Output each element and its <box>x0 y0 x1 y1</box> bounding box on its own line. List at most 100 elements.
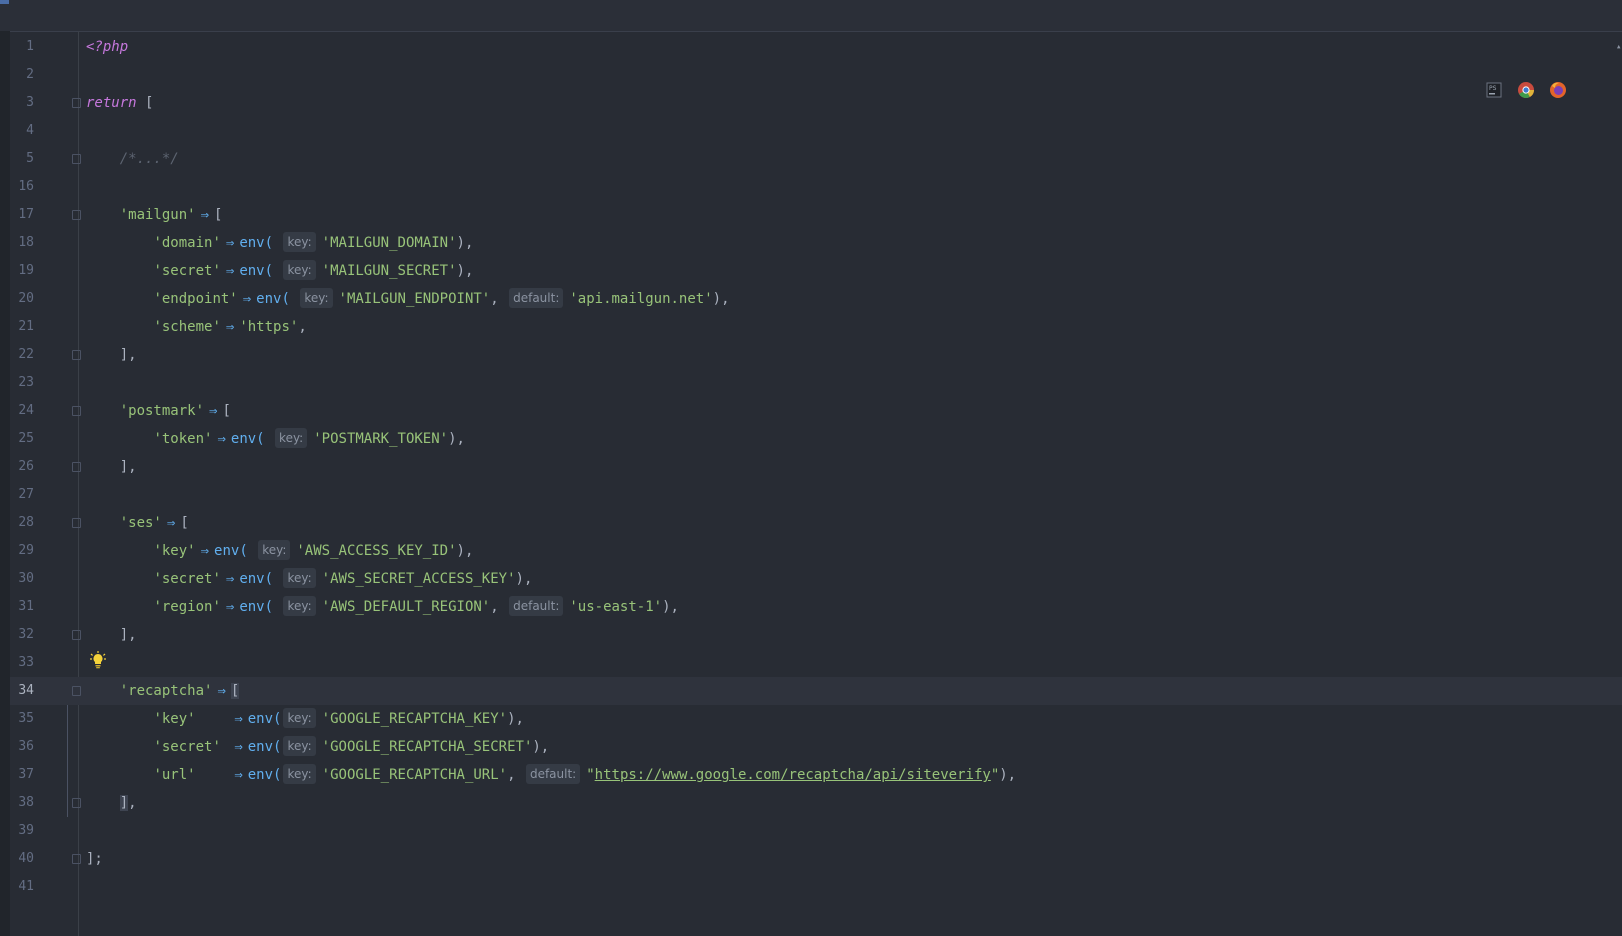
fold-marker-icon[interactable] <box>72 350 81 360</box>
code-line[interactable]: 29 'key' ⇒ env( key: 'AWS_ACCESS_KEY_ID'), <box>10 537 1622 565</box>
line-number: 4 <box>26 123 34 138</box>
code-line[interactable]: 3 return [ <box>10 89 1622 117</box>
php-open-tag: <?php <box>86 39 129 55</box>
parameter-hint: key: <box>283 708 316 728</box>
code-line[interactable]: 17 'mailgun' ⇒[ <box>10 201 1622 229</box>
code-line[interactable]: 27 <box>10 481 1622 509</box>
line-number: 40 <box>18 851 34 866</box>
parameter-hint: key: <box>275 428 308 448</box>
code-line[interactable]: 2 <box>10 61 1622 89</box>
parameter-hint: key: <box>283 260 316 280</box>
line-number: 22 <box>18 347 34 362</box>
array-key: 'secret' <box>153 571 221 587</box>
fold-marker-icon[interactable] <box>72 518 81 528</box>
double-arrow-operator: ⇒ <box>225 599 235 615</box>
code-line[interactable]: 28 'ses' ⇒[ <box>10 509 1622 537</box>
parameter-hint: key: <box>283 232 316 252</box>
code-line[interactable]: 37 'url' ⇒ env(key: 'GOOGLE_RECAPTCHA_URL'… <box>10 761 1622 789</box>
code-line[interactable]: 18 'domain' ⇒ env( key: 'MAILGUN_DOMAIN'), <box>10 229 1622 257</box>
fold-marker-icon[interactable] <box>72 462 81 472</box>
string-value: 'POSTMARK_TOKEN' <box>313 431 449 447</box>
code-line[interactable]: 41 <box>10 873 1622 901</box>
parameter-hint: key: <box>283 568 316 588</box>
fold-marker-icon[interactable] <box>72 406 81 416</box>
fold-marker-icon[interactable] <box>72 798 81 808</box>
code-line[interactable]: 30 'secret' ⇒ env( key: 'AWS_SECRET_ACCESS_… <box>10 565 1622 593</box>
array-key: 'region' <box>153 599 221 615</box>
line-number: 37 <box>18 767 34 782</box>
parameter-hint: key: <box>283 596 316 616</box>
code-editor[interactable]: 1 <?php 2 3 return [ 4 5 /*...*/ 16 17 '… <box>10 33 1622 901</box>
parameter-hint: default: <box>509 288 564 308</box>
parameter-hint: default: <box>525 764 581 784</box>
line-number: 21 <box>18 319 34 334</box>
double-arrow-operator: ⇒ <box>234 711 243 727</box>
string-value: 'AWS_ACCESS_KEY_ID' <box>296 543 457 559</box>
string-value: 'AWS_SECRET_ACCESS_KEY' <box>321 571 516 587</box>
array-key: 'key' <box>153 711 196 727</box>
code-line[interactable]: 26 ], <box>10 453 1622 481</box>
code-line[interactable]: 25 'token' ⇒ env( key: 'POSTMARK_TOKEN'), <box>10 425 1622 453</box>
line-number: 33 <box>18 655 34 670</box>
env-function: env( <box>247 767 282 783</box>
line-number: 2 <box>26 67 34 82</box>
code-line[interactable]: 21 'scheme' ⇒'https', <box>10 313 1622 341</box>
code-line[interactable]: 20 'endpoint' ⇒ env( key: 'MAILGUN_ENDPOINT… <box>10 285 1622 313</box>
code-line[interactable]: 5 /*...*/ <box>10 145 1622 173</box>
env-function: env( <box>247 739 282 755</box>
double-arrow-operator: ⇒ <box>225 319 235 335</box>
parameter-hint: key: <box>300 288 333 308</box>
env-function: env( <box>256 291 290 307</box>
string-value: 'https' <box>239 319 299 335</box>
fold-marker-icon[interactable] <box>72 686 81 696</box>
fold-marker-icon[interactable] <box>72 154 81 164</box>
string-value: 'us-east-1' <box>569 599 663 615</box>
parameter-hint: default: <box>509 596 564 616</box>
matched-bracket: ] <box>119 795 129 811</box>
array-key: 'postmark' <box>119 403 205 419</box>
string-value: 'AWS_DEFAULT_REGION' <box>321 599 491 615</box>
return-keyword: return <box>86 95 137 111</box>
string-value: 'MAILGUN_DOMAIN' <box>321 235 457 251</box>
code-line[interactable]: 32 ], <box>10 621 1622 649</box>
line-number: 20 <box>18 291 34 306</box>
env-function: env( <box>239 571 274 587</box>
double-arrow-operator: ⇒ <box>225 263 235 279</box>
code-line[interactable]: 36 'secret' ⇒ env(key: 'GOOGLE_RECAPTCHA_S… <box>10 733 1622 761</box>
string-value: 'MAILGUN_ENDPOINT' <box>338 291 491 307</box>
code-line[interactable]: 4 <box>10 117 1622 145</box>
double-arrow-operator: ⇒ <box>234 767 243 783</box>
url-link[interactable]: https://www.google.com/recaptcha/api/sit… <box>595 767 991 783</box>
tab-accent <box>0 0 9 4</box>
code-line[interactable]: 22 ], <box>10 341 1622 369</box>
line-number: 36 <box>18 739 34 754</box>
code-line[interactable]: 38 ], <box>10 789 1622 817</box>
code-line[interactable]: 39 <box>10 817 1622 845</box>
code-line[interactable]: 31 'region' ⇒ env( key: 'AWS_DEFAULT_REGION… <box>10 593 1622 621</box>
fold-marker-icon[interactable] <box>72 210 81 220</box>
code-line[interactable]: 19 'secret' ⇒ env( key: 'MAILGUN_SECRET'), <box>10 257 1622 285</box>
code-line[interactable]: 16 <box>10 173 1622 201</box>
line-number: 30 <box>18 571 34 586</box>
current-code-line[interactable]: 34 'recaptcha' ⇒[ <box>10 677 1622 705</box>
line-number: 16 <box>18 179 34 194</box>
line-number: 3 <box>26 95 34 110</box>
code-line[interactable]: 24 'postmark' ⇒[ <box>10 397 1622 425</box>
collapsed-comment[interactable]: /*...*/ <box>120 151 179 167</box>
code-line[interactable]: 1 <?php <box>10 33 1622 61</box>
code-line[interactable]: 33 <box>10 649 1622 677</box>
double-arrow-operator: ⇒ <box>242 291 252 307</box>
string-value: 'GOOGLE_RECAPTCHA_SECRET' <box>321 739 533 755</box>
fold-marker-icon[interactable] <box>72 630 81 640</box>
double-arrow-operator: ⇒ <box>200 543 210 559</box>
line-number: 23 <box>18 375 34 390</box>
env-function: env( <box>239 235 274 251</box>
array-key: 'secret' <box>153 263 221 279</box>
fold-marker-icon[interactable] <box>72 854 81 864</box>
code-line[interactable]: 35 'key' ⇒ env(key: 'GOOGLE_RECAPTCHA_KEY'… <box>10 705 1622 733</box>
fold-marker-icon[interactable] <box>72 98 81 108</box>
line-number: 25 <box>18 431 34 446</box>
code-line[interactable]: 40 ]; <box>10 845 1622 873</box>
line-number: 31 <box>18 599 34 614</box>
code-line[interactable]: 23 <box>10 369 1622 397</box>
